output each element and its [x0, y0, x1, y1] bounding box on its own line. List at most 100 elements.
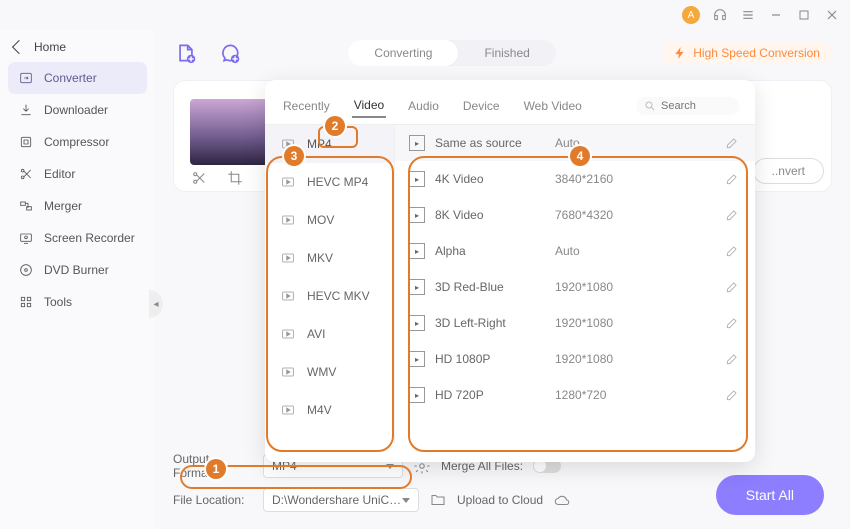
- format-label: HEVC MP4: [307, 175, 368, 189]
- sidebar-item-editor[interactable]: Editor: [8, 158, 147, 190]
- search-box[interactable]: [636, 97, 739, 115]
- sidebar-item-recorder[interactable]: Screen Recorder: [8, 222, 147, 254]
- tab-video[interactable]: Video: [352, 94, 386, 118]
- converter-icon: [18, 70, 34, 86]
- play-icon: ▸: [409, 171, 425, 187]
- start-all-button[interactable]: Start All: [716, 475, 824, 515]
- sidebar-item-label: Tools: [44, 295, 72, 309]
- file-location-label: File Location:: [173, 493, 253, 507]
- tools-icon: [18, 294, 34, 310]
- resolution-name: 4K Video: [435, 172, 555, 186]
- home-label: Home: [34, 40, 66, 54]
- sidebar-item-converter[interactable]: Converter: [8, 62, 147, 94]
- sidebar-item-dvd[interactable]: DVD Burner: [8, 254, 147, 286]
- format-icon: [279, 325, 297, 343]
- resolution-row[interactable]: ▸ 4K Video3840*2160: [395, 161, 755, 197]
- add-url-button[interactable]: [217, 40, 243, 66]
- crop-icon[interactable]: [226, 169, 244, 187]
- file-location-select[interactable]: D:\Wondershare UniConverter 1: [263, 488, 419, 512]
- resolution-name: HD 720P: [435, 388, 555, 402]
- edit-icon[interactable]: [723, 206, 741, 224]
- format-list: MP4 HEVC MP4 MOV MKV HEVC MKV AVI WMVM4V: [265, 125, 395, 443]
- resolution-value: 7680*4320: [555, 208, 723, 222]
- convert-button[interactable]: ..nvert: [753, 158, 824, 184]
- search-input[interactable]: [661, 100, 731, 112]
- cloud-icon[interactable]: [553, 491, 571, 509]
- status-tabs: Converting Finished: [348, 40, 555, 66]
- edit-icon[interactable]: [723, 134, 741, 152]
- tab-converting[interactable]: Converting: [348, 40, 458, 66]
- caret-down-icon: [402, 498, 410, 503]
- folder-icon[interactable]: [429, 491, 447, 509]
- home-header[interactable]: Home: [8, 36, 147, 62]
- format-item[interactable]: MKV: [265, 239, 394, 277]
- resolution-row[interactable]: ▸HD 1080P1920*1080: [395, 341, 755, 377]
- resolution-row[interactable]: ▸ HD 720P1280*720: [395, 377, 755, 413]
- file-location-value: D:\Wondershare UniConverter 1: [272, 493, 402, 507]
- tab-audio[interactable]: Audio: [406, 95, 441, 117]
- resolution-name: 8K Video: [435, 208, 555, 222]
- sidebar-item-compressor[interactable]: Compressor: [8, 126, 147, 158]
- merge-icon: [18, 198, 34, 214]
- support-icon[interactable]: [712, 7, 728, 23]
- recorder-icon: [18, 230, 34, 246]
- edit-icon[interactable]: [723, 386, 741, 404]
- add-file-button[interactable]: [173, 40, 199, 66]
- tab-recently[interactable]: Recently: [281, 95, 332, 117]
- sidebar-item-tools[interactable]: Tools: [8, 286, 147, 318]
- format-item[interactable]: M4V: [265, 391, 394, 429]
- sidebar-item-label: Merger: [44, 199, 82, 213]
- format-icon: [279, 401, 297, 419]
- maximize-icon[interactable]: [796, 7, 812, 23]
- tab-webvideo[interactable]: Web Video: [522, 95, 584, 117]
- format-icon: [279, 363, 297, 381]
- callout-2: 2: [325, 116, 345, 136]
- edit-icon[interactable]: [723, 314, 741, 332]
- format-item[interactable]: MOV: [265, 201, 394, 239]
- menu-icon[interactable]: [740, 7, 756, 23]
- sidebar-item-merger[interactable]: Merger: [8, 190, 147, 222]
- resolution-name: Alpha: [435, 244, 555, 258]
- sidebar-item-label: DVD Burner: [44, 263, 109, 277]
- edit-icon[interactable]: [723, 242, 741, 260]
- format-item[interactable]: HEVC MKV: [265, 277, 394, 315]
- toolbar: Converting Finished High Speed Conversio…: [173, 40, 832, 66]
- resolution-value: 1920*1080: [555, 280, 723, 294]
- resolution-row[interactable]: ▸AlphaAuto: [395, 233, 755, 269]
- resolution-row[interactable]: ▸8K Video7680*4320: [395, 197, 755, 233]
- resolution-row[interactable]: ▸3D Red-Blue1920*1080: [395, 269, 755, 305]
- tab-device[interactable]: Device: [461, 95, 502, 117]
- resolution-row[interactable]: ▸3D Left-Right1920*1080: [395, 305, 755, 341]
- avatar[interactable]: A: [682, 6, 700, 24]
- resolution-value: 1280*720: [555, 388, 723, 402]
- resolution-value: 3840*2160: [555, 172, 723, 186]
- sidebar-item-downloader[interactable]: Downloader: [8, 94, 147, 126]
- format-item[interactable]: HEVC MP4: [265, 163, 394, 201]
- play-icon: ▸: [409, 387, 425, 403]
- format-label: MKV: [307, 251, 333, 265]
- tab-finished[interactable]: Finished: [458, 40, 555, 66]
- resolution-name: 3D Red-Blue: [435, 280, 555, 294]
- resolution-value: Auto: [555, 244, 723, 258]
- edit-icon[interactable]: [723, 350, 741, 368]
- high-speed-toggle[interactable]: High Speed Conversion: [661, 42, 832, 64]
- edit-icon[interactable]: [723, 170, 741, 188]
- format-item[interactable]: WMV: [265, 353, 394, 391]
- format-label: MP4: [307, 137, 332, 151]
- play-icon: ▸: [409, 315, 425, 331]
- edit-icon[interactable]: [723, 278, 741, 296]
- format-label: HEVC MKV: [307, 289, 370, 303]
- sidebar: Home Converter Downloader Compressor Edi…: [0, 30, 155, 529]
- format-label: AVI: [307, 327, 325, 341]
- scissors-icon: [18, 166, 34, 182]
- compress-icon: [18, 134, 34, 150]
- format-item[interactable]: AVI: [265, 315, 394, 353]
- close-icon[interactable]: [824, 7, 840, 23]
- format-icon: [279, 173, 297, 191]
- trim-icon[interactable]: [190, 169, 208, 187]
- minimize-icon[interactable]: [768, 7, 784, 23]
- sidebar-item-label: Converter: [44, 71, 97, 85]
- sidebar-item-label: Screen Recorder: [44, 231, 135, 245]
- resolution-name: Same as source: [435, 136, 555, 150]
- upload-label: Upload to Cloud: [457, 493, 543, 507]
